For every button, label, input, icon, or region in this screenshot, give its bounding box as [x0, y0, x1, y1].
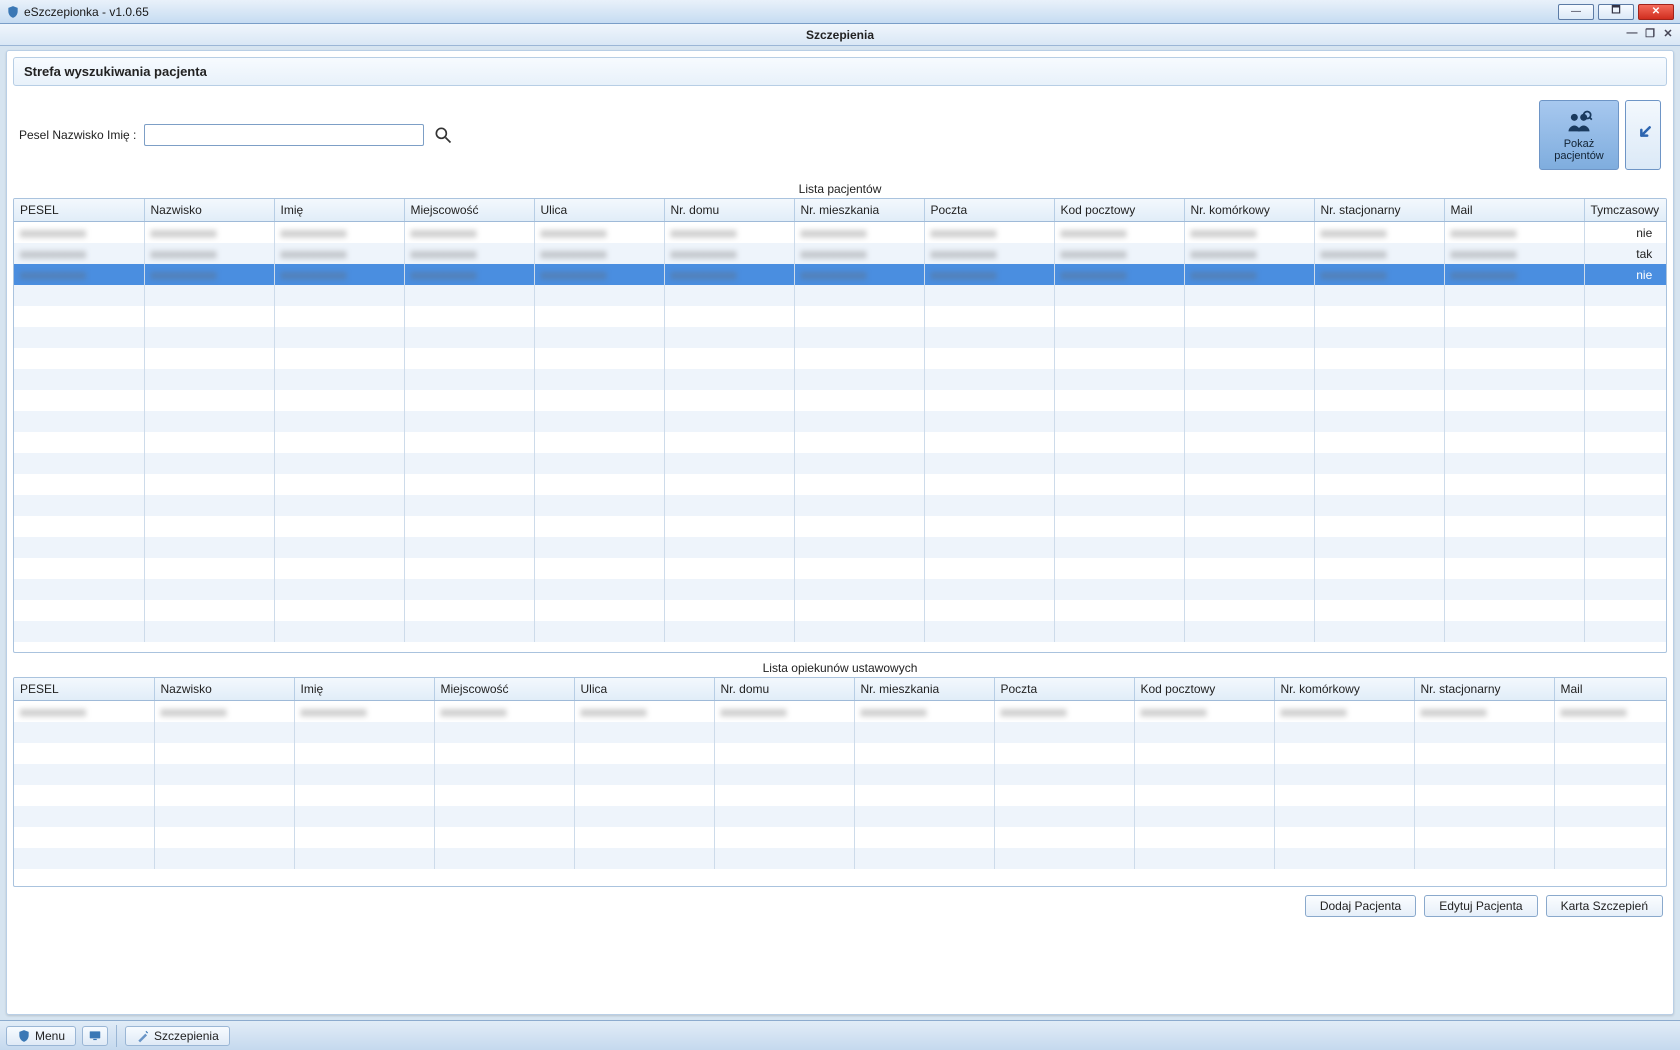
guardians-list-title: Lista opiekunów ustawowych [13, 657, 1667, 677]
patients-grid-header: PESELNazwiskoImięMiejscowośćUlicaNr. dom… [14, 199, 1667, 222]
table-row[interactable] [14, 579, 1666, 600]
section-title: Strefa wyszukiwania pacjenta [24, 64, 207, 79]
col-6[interactable]: Nr. mieszkania [854, 678, 994, 701]
guardians-grid: PESELNazwiskoImięMiejscowośćUlicaNr. dom… [13, 677, 1667, 887]
table-row[interactable] [14, 764, 1666, 785]
close-button[interactable]: ✕ [1638, 4, 1674, 20]
vaccination-card-button[interactable]: Karta Szczepień [1546, 895, 1663, 917]
col-9[interactable]: Nr. komórkowy [1274, 678, 1414, 701]
table-row[interactable] [14, 453, 1666, 474]
table-row[interactable]: xxxxxxxxxxxxxxxxxxxxxxxxxxxxxxxxxxxxxxxx… [14, 222, 1666, 243]
table-row[interactable] [14, 621, 1666, 642]
table-row[interactable] [14, 474, 1666, 495]
col-12[interactable]: Tymczasowy [1584, 199, 1667, 222]
minimize-button[interactable]: — [1558, 4, 1594, 20]
col-8[interactable]: Kod pocztowy [1054, 199, 1184, 222]
patients-list-title: Lista pacjentów [13, 178, 1667, 198]
col-1[interactable]: Nazwisko [144, 199, 274, 222]
table-row[interactable] [14, 600, 1666, 621]
table-row[interactable]: xxxxxxxxxxxxxxxxxxxxxxxxxxxxxxxxxxxxxxxx… [14, 701, 1666, 722]
table-row[interactable] [14, 285, 1666, 306]
maximize-button[interactable]: 🗖 [1598, 4, 1634, 20]
window-title: eSzczepionka - v1.0.65 [24, 5, 149, 19]
col-0[interactable]: PESEL [14, 678, 154, 701]
taskbar-menu-button[interactable]: Menu [6, 1026, 76, 1046]
search-icon[interactable] [432, 124, 454, 146]
table-row[interactable] [14, 516, 1666, 537]
add-patient-button[interactable]: Dodaj Pacjenta [1305, 895, 1416, 917]
col-7[interactable]: Poczta [994, 678, 1134, 701]
col-3[interactable]: Miejscowość [434, 678, 574, 701]
people-icon [1564, 108, 1594, 136]
section-header: Strefa wyszukiwania pacjenta [13, 57, 1667, 86]
table-row[interactable] [14, 306, 1666, 327]
table-row[interactable] [14, 743, 1666, 764]
col-11[interactable]: Mail [1554, 678, 1667, 701]
table-row[interactable]: xxxxxxxxxxxxxxxxxxxxxxxxxxxxxxxxxxxxxxxx… [14, 243, 1666, 264]
patients-grid-body[interactable]: xxxxxxxxxxxxxxxxxxxxxxxxxxxxxxxxxxxxxxxx… [14, 222, 1666, 642]
patients-grid: PESELNazwiskoImięMiejscowośćUlicaNr. dom… [13, 198, 1667, 653]
col-6[interactable]: Nr. mieszkania [794, 199, 924, 222]
taskbar-tab-label: Szczepienia [154, 1029, 219, 1043]
table-row[interactable] [14, 827, 1666, 848]
guardians-grid-body[interactable]: xxxxxxxxxxxxxxxxxxxxxxxxxxxxxxxxxxxxxxxx… [14, 701, 1666, 869]
table-row[interactable] [14, 722, 1666, 743]
table-row[interactable] [14, 806, 1666, 827]
col-11[interactable]: Mail [1444, 199, 1584, 222]
sub-minimize-button[interactable]: — [1624, 26, 1640, 40]
subwindow-titlebar: Szczepienia — ❐ ✕ [0, 24, 1680, 46]
table-row[interactable] [14, 390, 1666, 411]
table-row[interactable] [14, 432, 1666, 453]
table-row[interactable] [14, 848, 1666, 869]
table-row[interactable] [14, 785, 1666, 806]
col-9[interactable]: Nr. komórkowy [1184, 199, 1314, 222]
taskbar-tab-szczepienia[interactable]: Szczepienia [125, 1026, 230, 1046]
taskbar-separator [116, 1025, 117, 1047]
col-4[interactable]: Ulica [534, 199, 664, 222]
guardians-grid-header: PESELNazwiskoImięMiejscowośćUlicaNr. dom… [14, 678, 1667, 701]
search-label: Pesel Nazwisko Imię : [19, 128, 136, 142]
col-10[interactable]: Nr. stacjonarny [1314, 199, 1444, 222]
window-titlebar: eSzczepionka - v1.0.65 — 🗖 ✕ [0, 0, 1680, 24]
collapse-button[interactable] [1625, 100, 1661, 170]
bottom-buttons: Dodaj Pacjenta Edytuj Pacjenta Karta Szc… [13, 887, 1667, 917]
taskbar: Menu Szczepienia [0, 1020, 1680, 1050]
col-5[interactable]: Nr. domu [714, 678, 854, 701]
col-0[interactable]: PESEL [14, 199, 144, 222]
table-row[interactable] [14, 558, 1666, 579]
arrow-collapse-icon [1633, 124, 1653, 144]
search-row: Pesel Nazwisko Imię : Pokaż pacjentów [13, 86, 1667, 178]
taskbar-desktop-button[interactable] [82, 1026, 108, 1046]
sub-close-button[interactable]: ✕ [1660, 26, 1676, 40]
show-patients-label-1: Pokaż [1564, 138, 1595, 150]
show-patients-button[interactable]: Pokaż pacjentów [1539, 100, 1619, 170]
show-patients-label-2: pacjentów [1554, 150, 1604, 162]
app-shield-icon [6, 5, 20, 19]
main-panel: Strefa wyszukiwania pacjenta Pesel Nazwi… [6, 50, 1674, 1015]
table-row[interactable]: xxxxxxxxxxxxxxxxxxxxxxxxxxxxxxxxxxxxxxxx… [14, 264, 1666, 285]
syringe-icon [136, 1029, 150, 1043]
col-8[interactable]: Kod pocztowy [1134, 678, 1274, 701]
desktop-icon [87, 1029, 103, 1043]
shield-small-icon [17, 1029, 31, 1043]
col-2[interactable]: Imię [274, 199, 404, 222]
table-row[interactable] [14, 348, 1666, 369]
taskbar-menu-label: Menu [35, 1029, 65, 1043]
sub-restore-button[interactable]: ❐ [1642, 26, 1658, 40]
subwindow-title: Szczepienia [806, 28, 874, 42]
search-input[interactable] [144, 124, 424, 146]
table-row[interactable] [14, 411, 1666, 432]
col-2[interactable]: Imię [294, 678, 434, 701]
edit-patient-button[interactable]: Edytuj Pacjenta [1424, 895, 1537, 917]
table-row[interactable] [14, 369, 1666, 390]
col-1[interactable]: Nazwisko [154, 678, 294, 701]
table-row[interactable] [14, 537, 1666, 558]
col-10[interactable]: Nr. stacjonarny [1414, 678, 1554, 701]
table-row[interactable] [14, 327, 1666, 348]
col-7[interactable]: Poczta [924, 199, 1054, 222]
table-row[interactable] [14, 495, 1666, 516]
col-4[interactable]: Ulica [574, 678, 714, 701]
col-3[interactable]: Miejscowość [404, 199, 534, 222]
col-5[interactable]: Nr. domu [664, 199, 794, 222]
